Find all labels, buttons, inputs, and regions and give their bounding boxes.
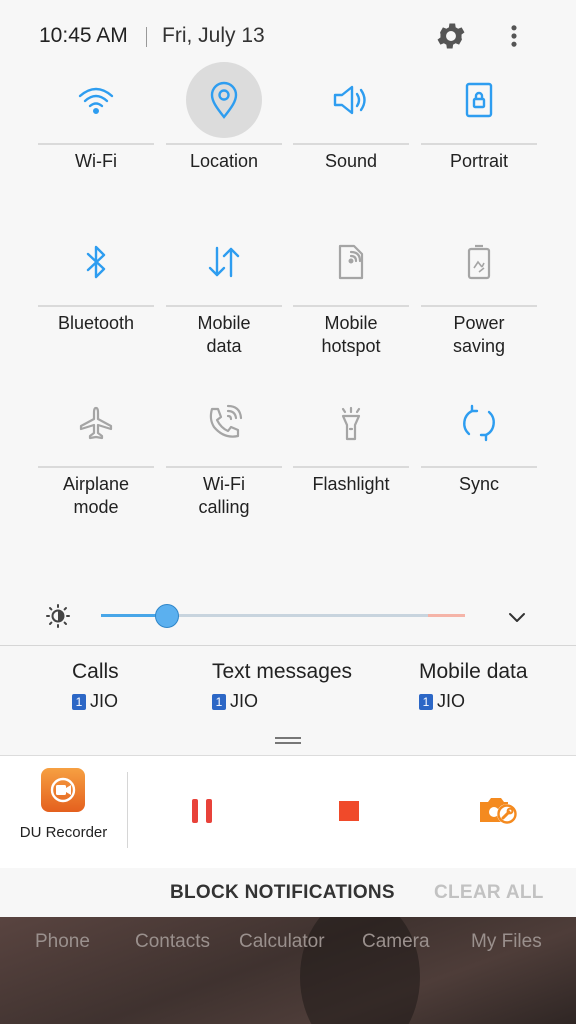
sim-slot-badge: 1	[212, 693, 226, 710]
tile-divider	[38, 143, 154, 145]
tile-label: Location	[189, 151, 259, 171]
tile-mobile-data[interactable]: Mobile data	[166, 222, 282, 382]
tile-wifi[interactable]: Wi-Fi	[38, 60, 154, 220]
tile-power-saving[interactable]: Power saving	[421, 222, 537, 382]
tile-label: Airplane mode	[62, 474, 130, 517]
home-app-contacts[interactable]: Contacts	[135, 931, 210, 953]
tile-flashlight[interactable]: Flashlight	[293, 383, 409, 543]
tile-label: Bluetooth	[57, 313, 135, 333]
tile-divider	[293, 466, 409, 468]
brightness-icon	[46, 604, 70, 628]
settings-gear-icon[interactable]	[434, 19, 468, 53]
hotspot-icon	[311, 222, 391, 302]
portrait-lock-icon	[439, 60, 519, 140]
tile-label: Wi-Fi calling	[198, 474, 250, 517]
tile-divider	[293, 143, 409, 145]
bluetooth-icon	[56, 222, 136, 302]
block-notifications-button[interactable]: BLOCK NOTIFICATIONS	[170, 882, 395, 904]
tile-wifi-calling[interactable]: Wi-Fi calling	[166, 383, 282, 543]
brightness-slider-thumb[interactable]	[154, 604, 179, 628]
divider	[0, 645, 576, 646]
tile-mobile-hotspot[interactable]: Mobile hotspot	[293, 222, 409, 382]
app-name: DU Recorder	[19, 824, 108, 841]
du-recorder-logo-icon	[41, 768, 85, 812]
wifi-icon	[56, 60, 136, 140]
stop-icon[interactable]	[334, 796, 364, 826]
tile-label: Portrait	[449, 151, 509, 171]
sim-slot-badge: 1	[72, 693, 86, 710]
tile-divider	[38, 305, 154, 307]
tile-divider	[421, 143, 537, 145]
sim-slot-badge: 1	[419, 693, 433, 710]
tile-airplane-mode[interactable]: Airplane mode	[38, 383, 154, 543]
sim-carrier: JIO	[437, 691, 466, 711]
more-options-icon[interactable]	[500, 19, 528, 53]
flashlight-icon	[311, 383, 391, 463]
date: Fri, July 13	[162, 24, 265, 47]
tile-location[interactable]: Location	[166, 60, 282, 220]
sim-mobile-data[interactable]: Mobile data 1 JIO	[419, 660, 528, 712]
pause-icon[interactable]	[187, 796, 217, 826]
airplane-icon	[56, 383, 136, 463]
sim-title: Text messages	[212, 660, 353, 683]
tile-label: Sync	[458, 474, 500, 494]
sim-calls[interactable]: Calls 1 JIO	[72, 660, 119, 712]
tile-portrait[interactable]: Portrait	[421, 60, 537, 220]
chevron-down-icon[interactable]	[506, 606, 528, 628]
tile-label: Mobile hotspot	[321, 313, 381, 356]
tile-divider	[421, 466, 537, 468]
du-recorder-notification[interactable]: DU Recorder	[0, 755, 576, 869]
sync-icon	[439, 383, 519, 463]
tile-label: Flashlight	[312, 474, 390, 494]
tile-label: Wi-Fi	[75, 151, 117, 171]
clock: 10:45 AM	[39, 24, 128, 47]
home-app-calculator[interactable]: Calculator	[239, 931, 325, 953]
tile-bluetooth[interactable]: Bluetooth	[38, 222, 154, 382]
speaker-icon	[311, 60, 391, 140]
tile-divider	[166, 143, 282, 145]
separator	[146, 27, 147, 47]
clear-all-button[interactable]: CLEAR ALL	[434, 882, 544, 904]
power-saving-icon	[439, 222, 519, 302]
tile-divider	[421, 305, 537, 307]
sim-text-messages[interactable]: Text messages 1 JIO	[212, 660, 352, 712]
brightness-high-zone	[428, 614, 465, 617]
tile-divider	[166, 466, 282, 468]
sim-title: Mobile data	[419, 660, 528, 683]
home-screen-background: Phone Contacts Calculator Camera My File…	[0, 917, 576, 1024]
sim-carrier: JIO	[230, 691, 259, 711]
brightness-row	[0, 592, 576, 642]
home-app-phone[interactable]: Phone	[35, 931, 90, 953]
home-app-my-files[interactable]: My Files	[471, 931, 542, 953]
tile-label: Power saving	[452, 313, 506, 356]
mobile-data-icon	[184, 222, 264, 302]
tile-divider	[166, 305, 282, 307]
sim-title: Calls	[72, 660, 119, 683]
sim-carrier: JIO	[90, 691, 119, 711]
wifi-calling-icon	[184, 383, 264, 463]
notification-actions: BLOCK NOTIFICATIONS CLEAR ALL	[0, 868, 576, 916]
tile-label: Sound	[324, 151, 378, 171]
panel-drag-handle[interactable]	[275, 737, 301, 745]
vertical-divider	[127, 772, 128, 848]
location-pin-icon	[184, 60, 264, 140]
tile-divider	[293, 305, 409, 307]
tile-divider	[38, 466, 154, 468]
camera-tools-icon[interactable]	[478, 794, 520, 828]
home-app-camera[interactable]: Camera	[362, 931, 430, 953]
tile-label: Mobile data	[197, 313, 251, 356]
tile-sync[interactable]: Sync	[421, 383, 537, 543]
tile-sound[interactable]: Sound	[293, 60, 409, 220]
